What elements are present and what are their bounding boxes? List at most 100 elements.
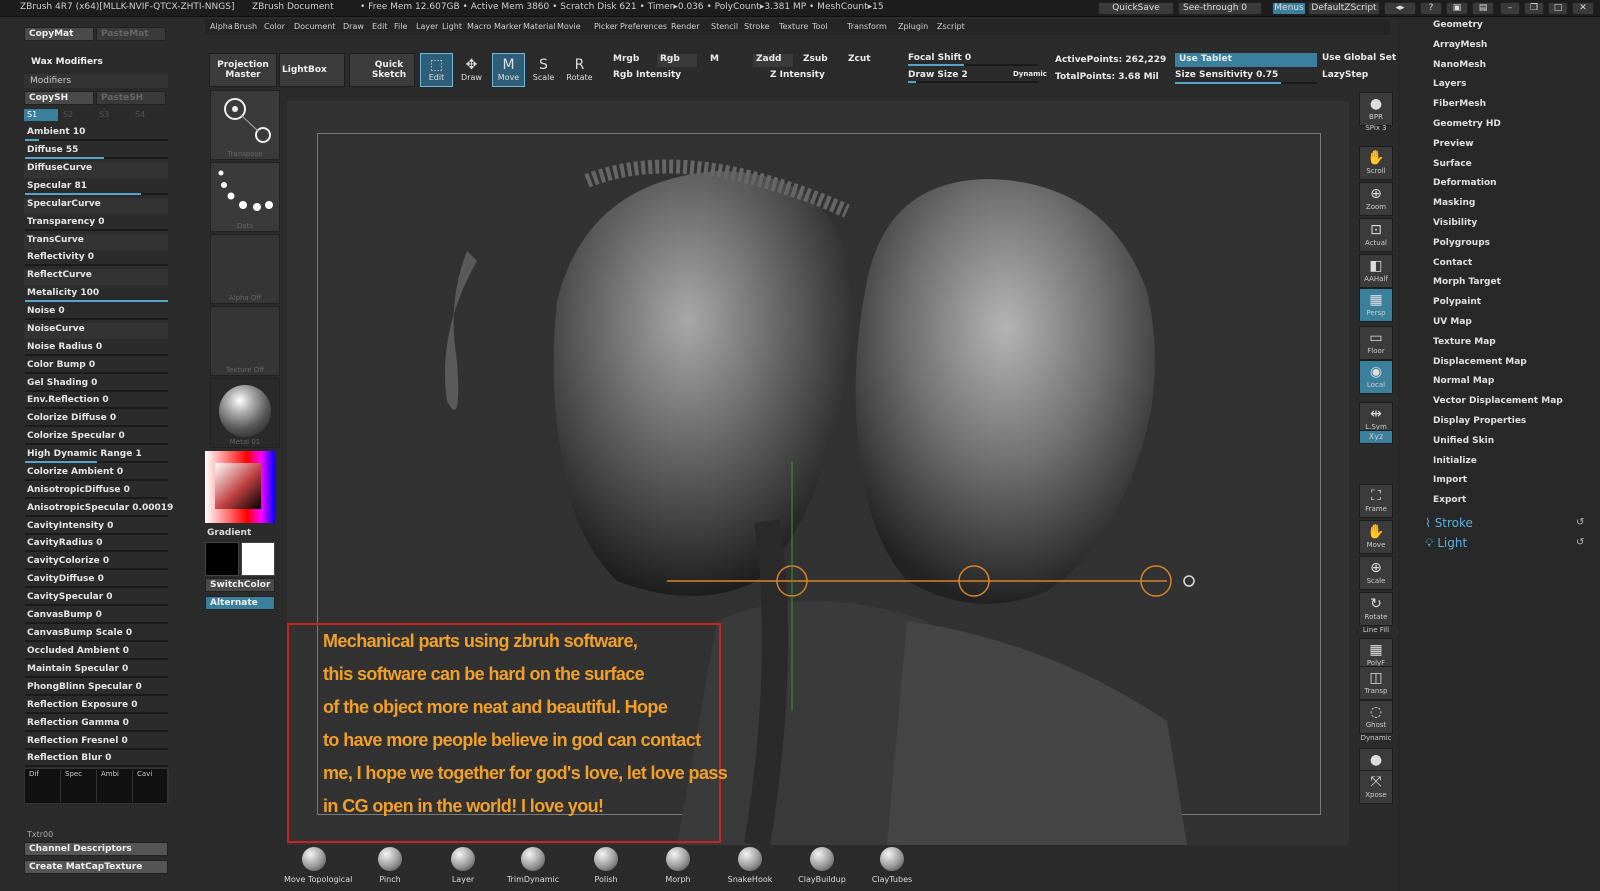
menu-color[interactable]: Color	[264, 22, 285, 31]
slider-cavitycolorize[interactable]: CavityColorize 0	[24, 555, 168, 571]
slider-transparency[interactable]: Transparency 0	[24, 216, 168, 232]
ui-config-icon[interactable]: ▤	[1472, 2, 1494, 15]
zadd-toggle[interactable]: Zadd	[753, 54, 793, 67]
actual-button[interactable]: ⊡ Actual	[1359, 218, 1393, 252]
slider-colorize-diffuse[interactable]: Colorize Diffuse 0	[24, 412, 168, 428]
slider-specularcurve[interactable]: SpecularCurve	[24, 198, 168, 214]
ghost-button[interactable]: ◌ Ghost	[1359, 700, 1393, 734]
projection-master-button[interactable]: Projection Master	[209, 53, 277, 87]
slider-diffusecurve[interactable]: DiffuseCurve	[24, 162, 168, 178]
move-button[interactable]: ✋ Move	[1359, 520, 1393, 554]
shader-tab-s4[interactable]: S4	[132, 109, 166, 121]
menu-file[interactable]: File	[394, 22, 407, 31]
slider-canvasbump-scale[interactable]: CanvasBump Scale 0	[24, 627, 168, 643]
slider-reflection-exposure[interactable]: Reflection Exposure 0	[24, 699, 168, 715]
brush-claybuildup[interactable]: ClayBuildup	[792, 847, 852, 884]
zsub-toggle[interactable]: Zsub	[803, 54, 828, 64]
lazystep-slider[interactable]: LazyStep	[1322, 70, 1368, 80]
subpalette-polypaint[interactable]: Polypaint	[1433, 297, 1481, 307]
slider-diffuse[interactable]: Diffuse 55	[24, 144, 168, 160]
move-mode-button[interactable]: M Move	[492, 53, 525, 87]
aahalf-button[interactable]: ◧ AAHalf	[1359, 254, 1393, 288]
color-square[interactable]	[215, 463, 261, 509]
zcut-toggle[interactable]: Zcut	[848, 54, 871, 64]
slider-canvasbump[interactable]: CanvasBump 0	[24, 609, 168, 625]
slider-reflection-blur[interactable]: Reflection Blur 0	[24, 752, 168, 768]
frame-button[interactable]: ⛶ Frame	[1359, 484, 1393, 518]
slider-cavityintensity[interactable]: CavityIntensity 0	[24, 520, 168, 536]
copysh-button[interactable]: CopySH	[24, 91, 94, 105]
quick-sketch-button[interactable]: Quick Sketch	[349, 53, 415, 87]
subpalette-displacement-map[interactable]: Displacement Map	[1433, 357, 1527, 367]
zoom-button[interactable]: ⊕ Zoom	[1359, 182, 1393, 216]
default-zscript-button[interactable]: DefaultZScript	[1308, 2, 1380, 15]
transpose-endpoint-marker[interactable]	[1183, 575, 1195, 587]
modifiers-header[interactable]: Modifiers	[24, 74, 168, 88]
ui-layout-icon[interactable]: ▣	[1446, 2, 1468, 15]
rotate-button[interactable]: ↻ Rotate	[1359, 592, 1393, 626]
light-reset-icon[interactable]: ↺	[1576, 537, 1584, 548]
subpalette-unified-skin[interactable]: Unified Skin	[1433, 436, 1494, 446]
section-title-wax-modifiers[interactable]: Wax Modifiers	[31, 57, 103, 67]
slider-colorize-specular[interactable]: Colorize Specular 0	[24, 430, 168, 446]
slider-anisotropicspecular[interactable]: AnisotropicSpecular 0.00019	[24, 502, 173, 518]
slider-reflectcurve[interactable]: ReflectCurve	[24, 269, 168, 285]
menu-picker[interactable]: Picker	[594, 22, 618, 31]
subpalette-masking[interactable]: Masking	[1433, 198, 1475, 208]
lightbox-button[interactable]: LightBox	[279, 53, 345, 87]
menu-zplugin[interactable]: Zplugin	[898, 22, 928, 31]
texture-thumbnail[interactable]: Texture Off	[210, 306, 280, 376]
stroke-palette-header[interactable]: ⌇ Stroke	[1425, 516, 1473, 530]
subpalette-surface[interactable]: Surface	[1433, 159, 1472, 169]
slider-occluded-ambient[interactable]: Occluded Ambient 0	[24, 645, 168, 661]
maximize-icon[interactable]: □	[1548, 2, 1568, 15]
slider-noise[interactable]: Noise 0	[24, 305, 168, 321]
scale-button[interactable]: ⊕ Scale	[1359, 556, 1393, 590]
shader-tab-s1[interactable]: S1	[24, 109, 58, 121]
rotate-mode-button[interactable]: R Rotate	[563, 53, 596, 87]
subpalette-import[interactable]: Import	[1433, 475, 1467, 485]
persp-button[interactable]: ▦ Persp	[1359, 288, 1393, 322]
slider-gel-shading[interactable]: Gel Shading 0	[24, 377, 168, 393]
channel-ambi[interactable]: Ambi	[99, 770, 133, 802]
menu-texture[interactable]: Texture	[779, 22, 808, 31]
size-sensitivity-slider[interactable]: Size Sensitivity 0.75	[1175, 70, 1278, 80]
bpr-button[interactable]: ● BPR	[1359, 92, 1393, 126]
slider-cavityspecular[interactable]: CavitySpecular 0	[24, 591, 168, 607]
subpalette-visibility[interactable]: Visibility	[1433, 218, 1477, 228]
layout-arrows-icon[interactable]: ◂▸	[1384, 2, 1416, 15]
slider-reflectivity[interactable]: Reflectivity 0	[24, 251, 168, 267]
transp-button[interactable]: ◫ Transp	[1359, 666, 1393, 700]
channel-cavi[interactable]: Cavi	[135, 770, 169, 802]
document-canvas[interactable]: Mechanical parts using zbruh software, th…	[287, 101, 1349, 845]
slider-reflection-gamma[interactable]: Reflection Gamma 0	[24, 717, 168, 733]
menu-movie[interactable]: Movie	[557, 22, 581, 31]
channel-dif[interactable]: Dif	[27, 770, 61, 802]
slider-transcurve[interactable]: TransCurve	[24, 234, 168, 250]
edit-mode-button[interactable]: ⬚ Edit	[420, 53, 453, 87]
rgb-toggle[interactable]: Rgb	[657, 54, 697, 67]
subpalette-normal-map[interactable]: Normal Map	[1433, 376, 1494, 386]
subpalette-fibermesh[interactable]: FiberMesh	[1433, 99, 1486, 109]
stroke-dots-thumbnail[interactable]: Dots	[210, 162, 280, 232]
subpalette-deformation[interactable]: Deformation	[1433, 178, 1497, 188]
menu-macro[interactable]: Macro	[467, 22, 491, 31]
transpose-thumbnail[interactable]: Transpose	[210, 90, 280, 160]
menu-alpha[interactable]: Alpha	[210, 22, 233, 31]
menu-marker[interactable]: Marker	[494, 22, 522, 31]
pastemat-button[interactable]: PasteMat	[96, 27, 166, 41]
scroll-button[interactable]: ✋ Scroll	[1359, 146, 1393, 180]
switchcolor-button[interactable]: SwitchColor	[205, 578, 275, 592]
brush-polish[interactable]: Polish	[576, 847, 636, 884]
slider-color-bump[interactable]: Color Bump 0	[24, 359, 168, 375]
slider-colorize-ambient[interactable]: Colorize Ambient 0	[24, 466, 168, 482]
draw-mode-button[interactable]: ✥ Draw	[455, 53, 488, 87]
pastesh-button[interactable]: PasteSH	[96, 91, 166, 105]
brush-layer[interactable]: Layer	[433, 847, 493, 884]
color-picker[interactable]	[205, 451, 275, 523]
slider-maintain-specular[interactable]: Maintain Specular 0	[24, 663, 168, 679]
seethrough-slider[interactable]: See-through 0	[1178, 2, 1262, 15]
use-tablet-toggle[interactable]: Use Tablet	[1175, 53, 1317, 67]
subpalette-initialize[interactable]: Initialize	[1433, 456, 1477, 466]
create-matcap-texture-button[interactable]: Create MatCapTexture	[24, 860, 168, 874]
